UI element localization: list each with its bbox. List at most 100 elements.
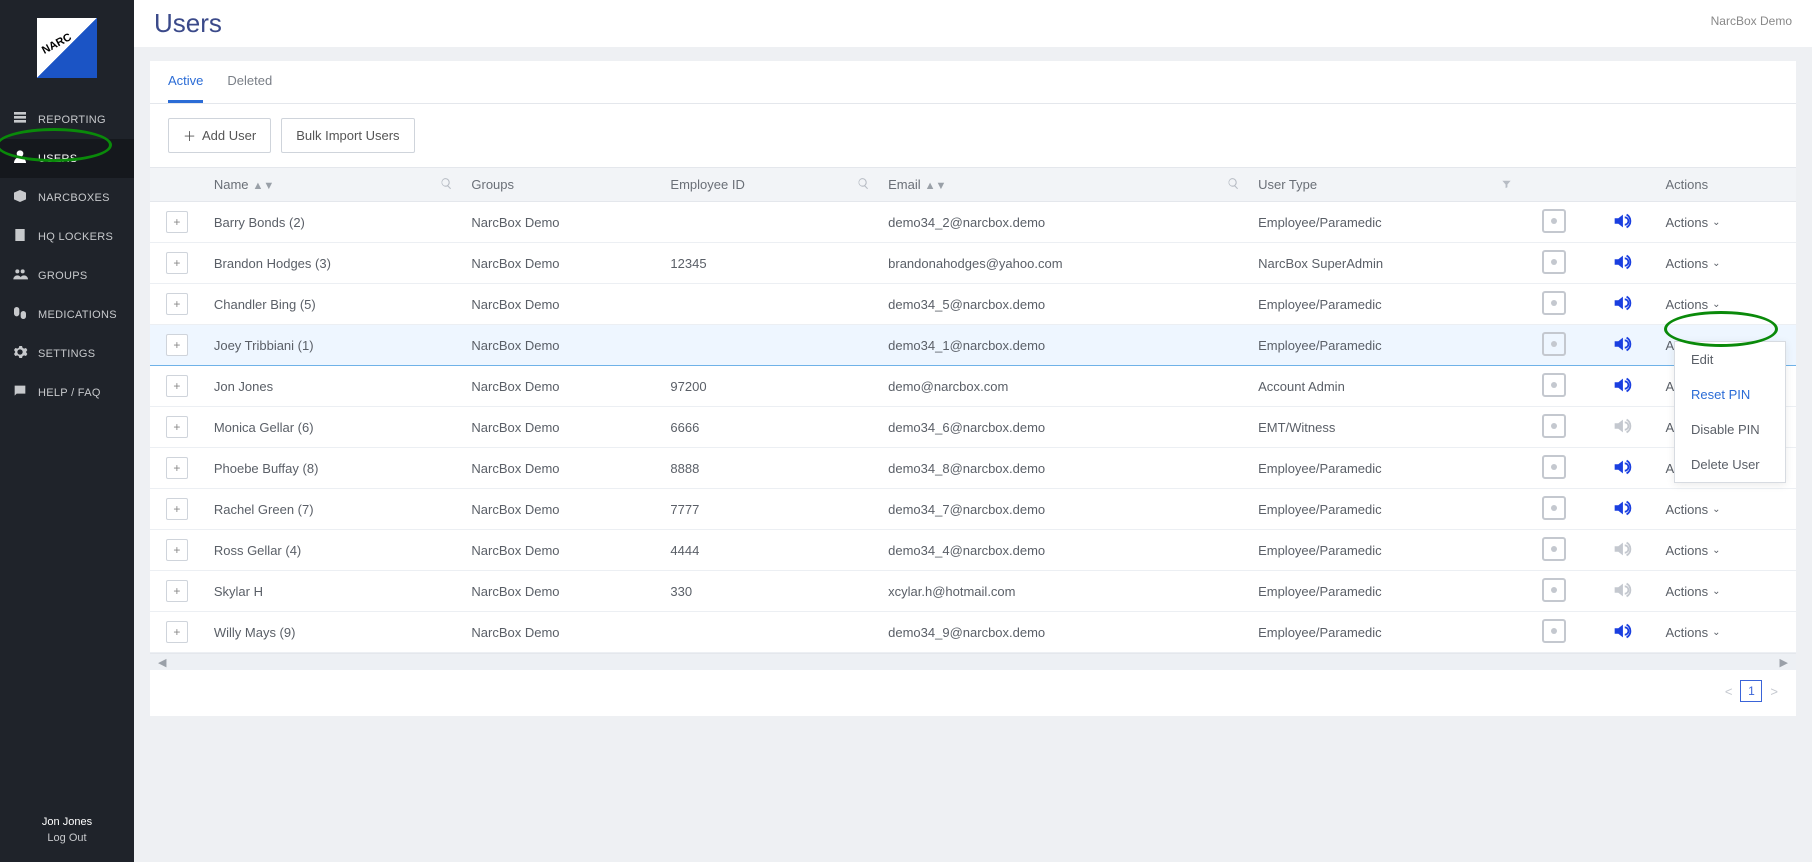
sidebar-item-users[interactable]: USERS <box>0 139 134 178</box>
cell-user-type: Account Admin <box>1248 366 1520 407</box>
filter-icon[interactable] <box>1501 177 1512 192</box>
row-actions-button[interactable]: Actions ⌄ <box>1665 502 1720 517</box>
reporting-icon <box>12 110 28 129</box>
pin-status-icon[interactable] <box>1542 537 1566 561</box>
expand-row-button[interactable]: + <box>166 375 188 397</box>
sound-icon[interactable] <box>1611 507 1633 522</box>
row-actions-button[interactable]: Actions ⌄ <box>1665 215 1720 230</box>
dropdown-reset-pin[interactable]: Reset PIN <box>1675 377 1785 412</box>
row-actions-button[interactable]: Actions ⌄ <box>1665 584 1720 599</box>
expand-row-button[interactable]: + <box>166 621 188 643</box>
toolbar: ＋ Add User Bulk Import Users <box>150 104 1796 167</box>
plus-icon: ＋ <box>183 126 196 145</box>
scroll-left-icon[interactable]: ◀ <box>158 656 166 669</box>
cell-employee-id <box>660 284 878 325</box>
sound-icon[interactable] <box>1611 302 1633 317</box>
chevron-down-icon: ⌄ <box>1712 504 1720 515</box>
col-user-type[interactable]: User Type <box>1248 168 1520 202</box>
bulk-import-label: Bulk Import Users <box>296 128 399 143</box>
dropdown-disable-pin[interactable]: Disable PIN <box>1675 412 1785 447</box>
expand-row-button[interactable]: + <box>166 252 188 274</box>
current-user-name: Jon Jones <box>0 816 134 828</box>
sound-icon[interactable] <box>1611 343 1633 358</box>
sidebar-item-reporting[interactable]: REPORTING <box>0 100 134 139</box>
dropdown-delete-user[interactable]: Delete User <box>1675 447 1785 482</box>
pin-status-icon[interactable] <box>1542 373 1566 397</box>
bulk-import-button[interactable]: Bulk Import Users <box>281 118 414 153</box>
expand-row-button[interactable]: + <box>166 457 188 479</box>
expand-row-button[interactable]: + <box>166 416 188 438</box>
pin-status-icon[interactable] <box>1542 414 1566 438</box>
col-email[interactable]: Email▲▼ <box>878 168 1248 202</box>
cell-email: demo34_5@narcbox.demo <box>878 284 1248 325</box>
pin-status-icon[interactable] <box>1542 250 1566 274</box>
horizontal-scrollbar[interactable]: ◀ ▶ <box>150 653 1796 670</box>
cell-group: NarcBox Demo <box>461 448 660 489</box>
cell-email: demo34_9@narcbox.demo <box>878 612 1248 653</box>
table-row: +Chandler Bing (5)NarcBox Demodemo34_5@n… <box>150 284 1796 325</box>
scroll-right-icon[interactable]: ▶ <box>1780 656 1788 669</box>
expand-row-button[interactable]: + <box>166 293 188 315</box>
cell-group: NarcBox Demo <box>461 366 660 407</box>
cell-name: Phoebe Buffay (8) <box>204 448 462 489</box>
add-user-button[interactable]: ＋ Add User <box>168 118 271 153</box>
tab-deleted[interactable]: Deleted <box>227 61 272 103</box>
pin-status-icon[interactable] <box>1542 455 1566 479</box>
sound-icon[interactable] <box>1611 589 1633 604</box>
pin-status-icon[interactable] <box>1542 209 1566 233</box>
cell-employee-id: 12345 <box>660 243 878 284</box>
expand-row-button[interactable]: + <box>166 580 188 602</box>
expand-row-button[interactable]: + <box>166 498 188 520</box>
sound-icon[interactable] <box>1611 384 1633 399</box>
row-actions-button[interactable]: Actions ⌄ <box>1665 543 1720 558</box>
col-employee-id[interactable]: Employee ID <box>660 168 878 202</box>
col-actions: Actions <box>1655 168 1796 202</box>
expand-row-button[interactable]: + <box>166 211 188 233</box>
expand-row-button[interactable]: + <box>166 334 188 356</box>
help-icon <box>12 383 28 402</box>
cell-employee-id: 7777 <box>660 489 878 530</box>
dropdown-edit[interactable]: Edit <box>1675 342 1785 377</box>
row-actions-button[interactable]: Actions ⌄ <box>1665 256 1720 271</box>
sidebar-item-groups[interactable]: GROUPS <box>0 256 134 295</box>
chevron-down-icon: ⌄ <box>1712 299 1720 310</box>
row-actions-button[interactable]: Actions ⌄ <box>1665 625 1720 640</box>
col-name[interactable]: Name▲▼ <box>204 168 462 202</box>
cell-email: demo34_4@narcbox.demo <box>878 530 1248 571</box>
search-icon[interactable] <box>440 177 453 193</box>
pin-status-icon[interactable] <box>1542 291 1566 315</box>
logout-link[interactable]: Log Out <box>0 832 134 844</box>
search-icon[interactable] <box>1227 177 1240 193</box>
pin-status-icon[interactable] <box>1542 496 1566 520</box>
col-groups[interactable]: Groups <box>461 168 660 202</box>
sound-icon[interactable] <box>1611 630 1633 645</box>
pin-status-icon[interactable] <box>1542 619 1566 643</box>
sidebar-item-help-faq[interactable]: HELP / FAQ <box>0 373 134 412</box>
sidebar-item-hq-lockers[interactable]: HQ LOCKERS <box>0 217 134 256</box>
cell-user-type: EMT/Witness <box>1248 407 1520 448</box>
pin-status-icon[interactable] <box>1542 332 1566 356</box>
sound-icon[interactable] <box>1611 466 1633 481</box>
cell-name: Willy Mays (9) <box>204 612 462 653</box>
sidebar-footer: Jon Jones Log Out <box>0 816 134 862</box>
tab-active[interactable]: Active <box>168 61 203 103</box>
pager-next[interactable]: > <box>1770 684 1778 699</box>
pager-page-current[interactable]: 1 <box>1740 680 1762 702</box>
cell-employee-id: 6666 <box>660 407 878 448</box>
row-actions-button[interactable]: Actions ⌄ <box>1665 297 1720 312</box>
sound-icon[interactable] <box>1611 220 1633 235</box>
sound-icon[interactable] <box>1611 425 1633 440</box>
cell-employee-id: 97200 <box>660 366 878 407</box>
lockers-icon <box>12 227 28 246</box>
sidebar-item-narcboxes[interactable]: NARCBOXES <box>0 178 134 217</box>
sound-icon[interactable] <box>1611 261 1633 276</box>
sidebar-item-medications[interactable]: MEDICATIONS <box>0 295 134 334</box>
pager-prev[interactable]: < <box>1725 684 1733 699</box>
pin-status-icon[interactable] <box>1542 578 1566 602</box>
sidebar-item-settings[interactable]: SETTINGS <box>0 334 134 373</box>
cell-employee-id <box>660 612 878 653</box>
expand-row-button[interactable]: + <box>166 539 188 561</box>
cell-employee-id: 8888 <box>660 448 878 489</box>
sound-icon[interactable] <box>1611 548 1633 563</box>
search-icon[interactable] <box>857 177 870 193</box>
